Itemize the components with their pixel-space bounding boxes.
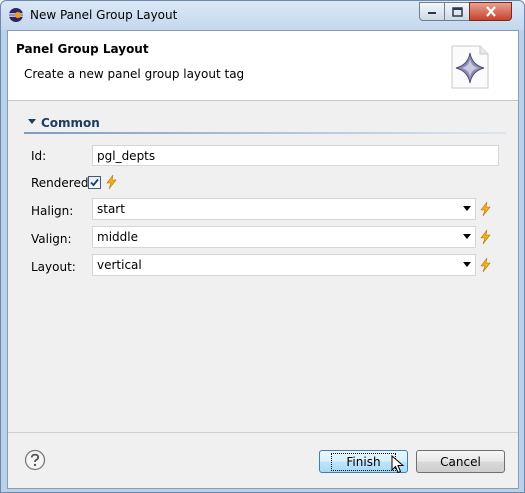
section-divider — [24, 132, 506, 134]
wizard-header: Panel Group Layout Create a new panel gr… — [8, 31, 518, 101]
chevron-down-icon — [463, 206, 471, 211]
cancel-label: Cancel — [440, 454, 481, 469]
lightning-icon[interactable] — [478, 257, 492, 273]
rendered-checkbox[interactable] — [88, 176, 101, 189]
id-label: Id: — [31, 149, 47, 163]
chevron-down-icon — [463, 234, 471, 239]
layout-label: Layout: — [31, 260, 76, 274]
section-header-common[interactable]: Common — [24, 114, 506, 134]
valign-label: Valign: — [31, 232, 72, 246]
mouse-cursor-icon — [391, 455, 405, 474]
chevron-down-icon — [463, 262, 471, 267]
cancel-button[interactable]: Cancel — [416, 450, 505, 473]
minimize-button[interactable] — [419, 2, 445, 21]
halign-select[interactable]: start — [92, 198, 476, 220]
valign-select[interactable]: middle — [92, 226, 476, 248]
minimize-icon — [428, 11, 436, 14]
page-description: Create a new panel group layout tag — [24, 67, 245, 81]
panel-layout-wizard-icon — [451, 45, 489, 89]
rendered-label: Rendered: — [31, 176, 93, 190]
window-title: New Panel Group Layout — [30, 8, 178, 22]
lightning-icon[interactable] — [478, 201, 492, 217]
lightning-icon[interactable] — [478, 229, 492, 245]
id-field[interactable]: pgl_depts — [92, 145, 499, 166]
valign-value: middle — [97, 230, 138, 244]
close-icon — [485, 6, 496, 17]
help-icon[interactable] — [24, 449, 46, 471]
close-button[interactable] — [469, 2, 512, 21]
title-bar[interactable]: New Panel Group Layout — [1, 1, 524, 30]
chevron-down-icon[interactable] — [27, 117, 37, 127]
layout-select[interactable]: vertical — [92, 254, 476, 276]
footer-divider — [8, 432, 518, 433]
maximize-button[interactable] — [444, 2, 470, 21]
lightning-icon[interactable] — [104, 174, 118, 190]
common-section: Common — [24, 114, 506, 134]
section-title: Common — [41, 116, 100, 130]
dialog-body: Panel Group Layout Create a new panel gr… — [7, 30, 519, 489]
dialog-window: New Panel Group Layout Panel Group Layou… — [0, 0, 525, 493]
maximize-icon — [451, 6, 463, 17]
halign-value: start — [97, 202, 125, 216]
finish-label: Finish — [331, 452, 396, 471]
halign-label: Halign: — [31, 204, 74, 218]
page-title: Panel Group Layout — [16, 42, 149, 56]
layout-value: vertical — [97, 258, 142, 272]
eclipse-icon — [9, 8, 23, 22]
checkmark-icon — [90, 178, 99, 187]
